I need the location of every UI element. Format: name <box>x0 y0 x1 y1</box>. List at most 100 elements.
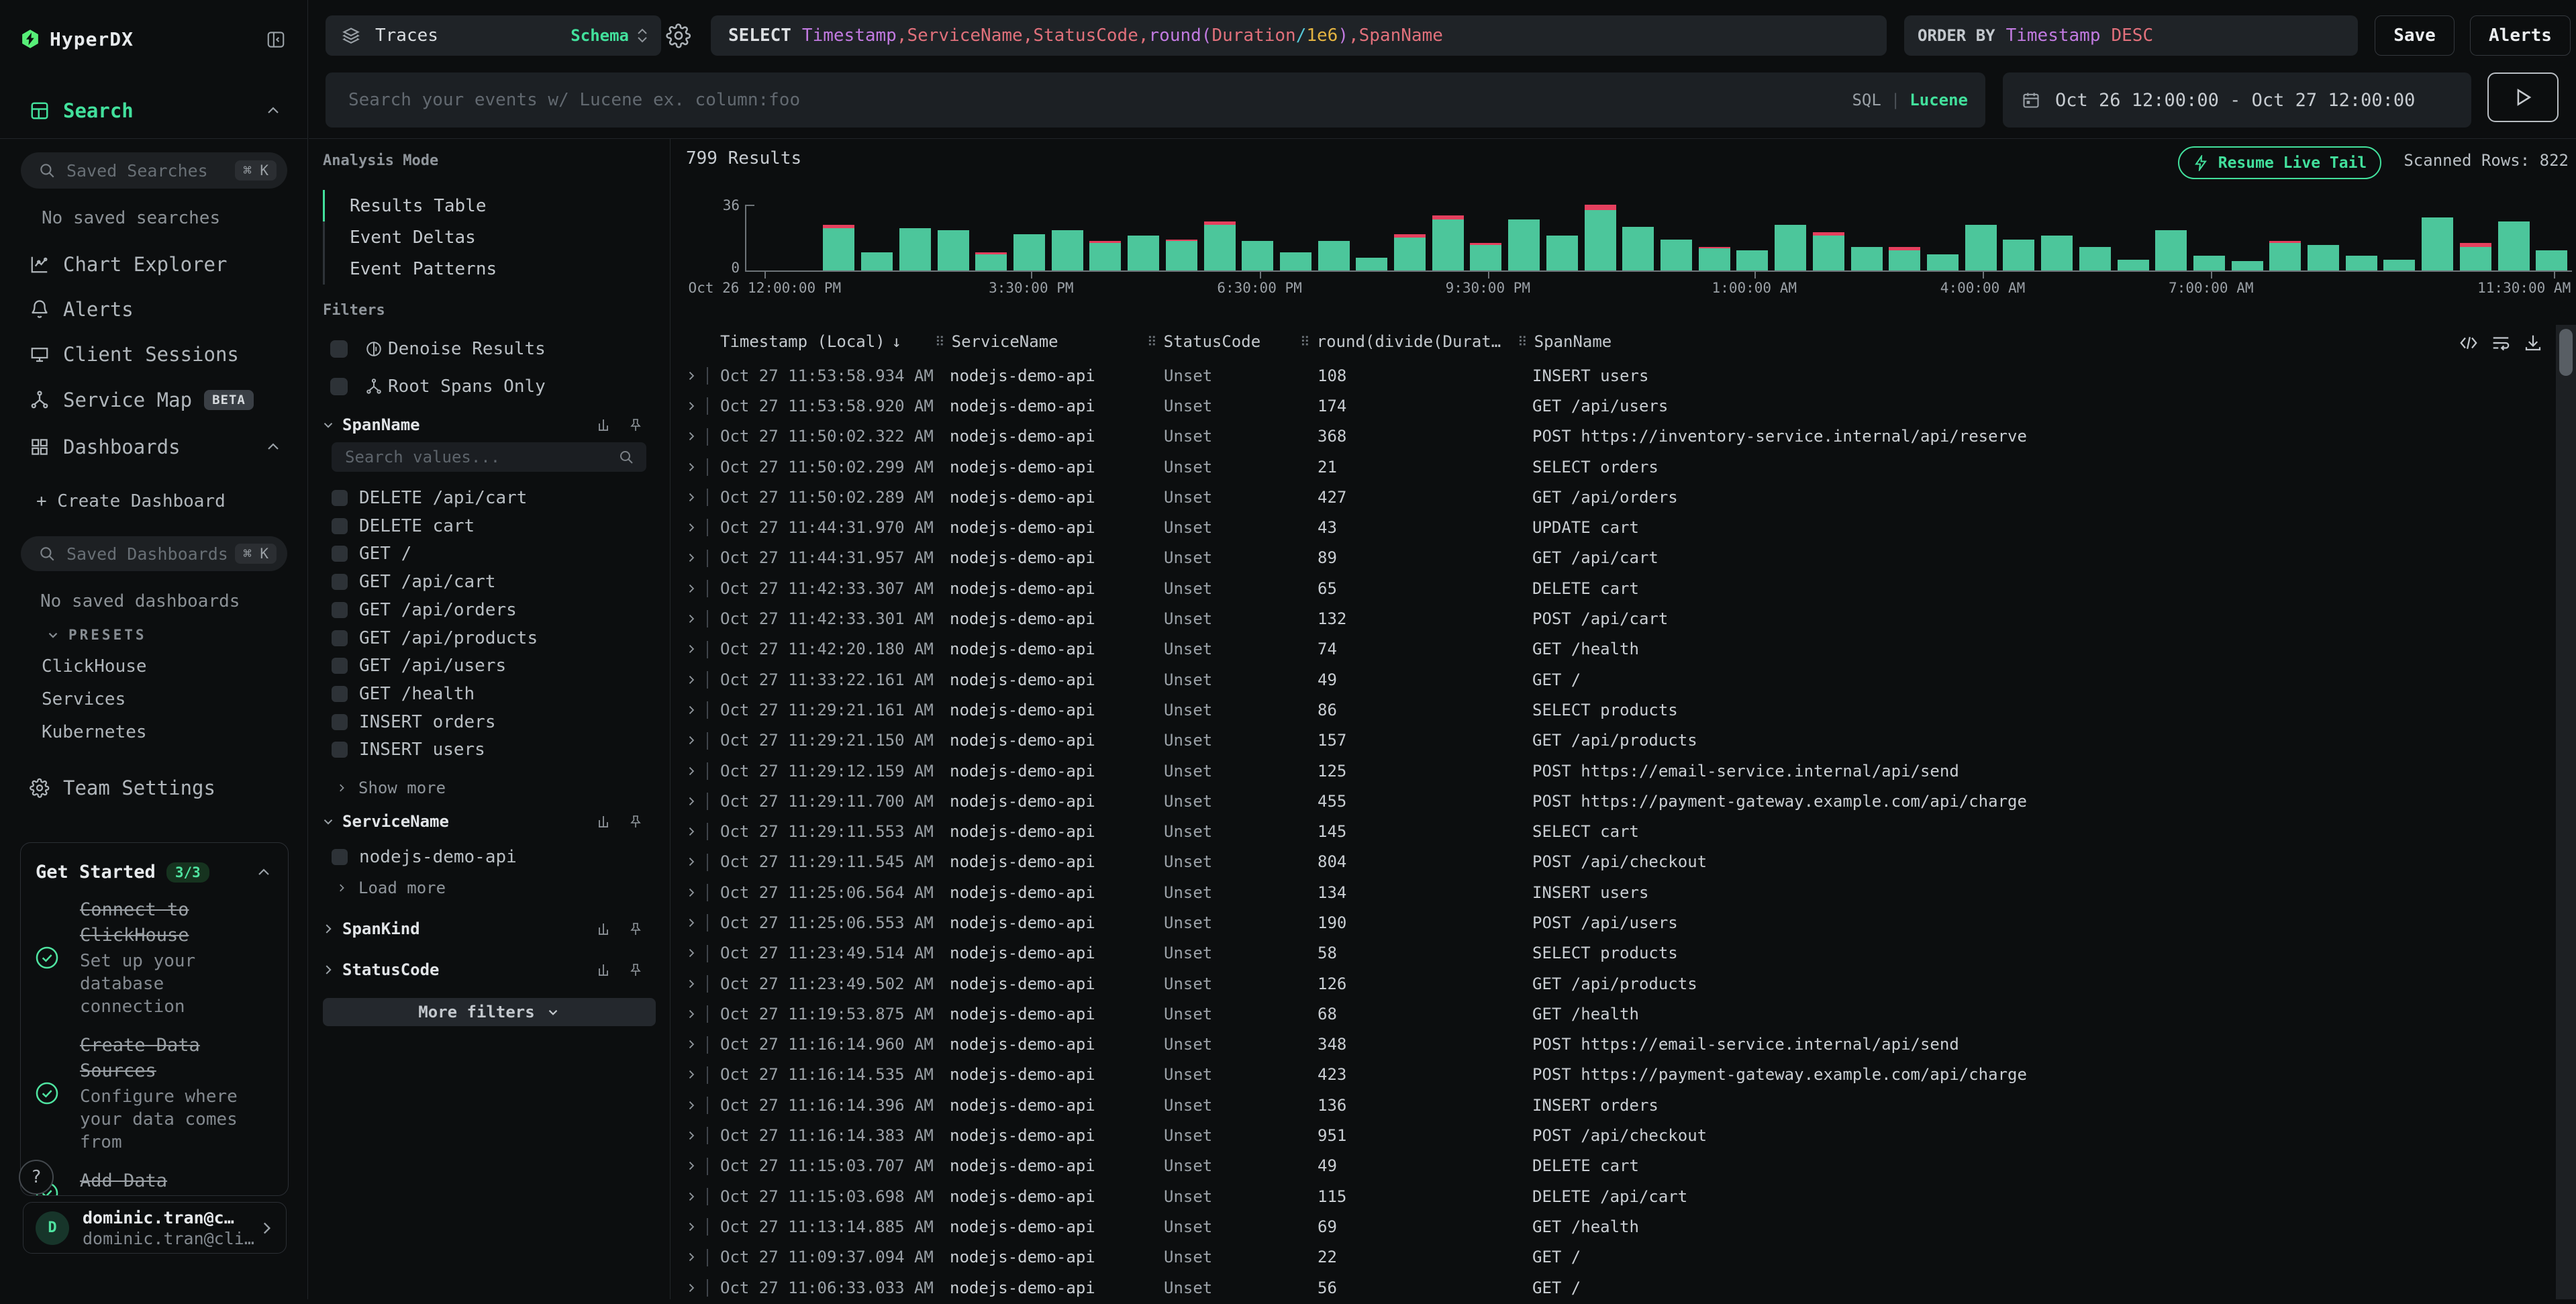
pin-icon[interactable] <box>628 417 644 433</box>
chevron-up-icon[interactable] <box>265 103 281 119</box>
facet-header-statuscode[interactable]: StatusCode <box>321 958 658 982</box>
histogram-bar[interactable] <box>1585 205 1616 270</box>
sidebar-item-client-sessions[interactable]: Client Sessions <box>0 336 308 373</box>
table-row[interactable]: Oct 27 11:53:58.934 AMnodejs-demo-apiUns… <box>671 360 2556 391</box>
histogram-bar[interactable] <box>1889 247 1920 270</box>
histogram-bar[interactable] <box>1204 221 1236 271</box>
alerts-button[interactable]: Alerts <box>2470 15 2571 56</box>
histogram-bar[interactable] <box>1661 240 1692 270</box>
chevron-down-icon[interactable] <box>321 417 336 432</box>
expand-row-icon[interactable] <box>685 968 698 999</box>
preset-item-services[interactable]: Services <box>42 689 126 709</box>
table-row[interactable]: Oct 27 11:29:21.161 AMnodejs-demo-apiUns… <box>671 695 2556 725</box>
table-row[interactable]: Oct 27 11:29:11.553 AMnodejs-demo-apiUns… <box>671 816 2556 846</box>
facet-value-get-api-cart[interactable]: GET /api/cart <box>332 568 496 595</box>
column-header-servicename[interactable]: ⠿ServiceName <box>935 332 1058 351</box>
facet-chart-icon[interactable] <box>597 417 613 433</box>
facet-header-servicename[interactable]: ServiceName <box>321 809 658 834</box>
checkbox[interactable] <box>332 742 348 758</box>
drag-handle-icon[interactable]: ⠿ <box>935 334 945 350</box>
histogram-bar[interactable] <box>1394 234 1426 270</box>
histogram-bar[interactable] <box>1356 258 1387 270</box>
column-header-spanname[interactable]: ⠿SpanName <box>1518 332 1612 351</box>
expand-row-icon[interactable] <box>685 695 698 725</box>
histogram-bar[interactable] <box>1813 232 1844 270</box>
get-started-item[interactable]: Connect to ClickHouseSet up your databas… <box>34 897 276 1018</box>
histogram-bar[interactable] <box>2003 240 2034 270</box>
table-row[interactable]: Oct 27 11:23:49.514 AMnodejs-demo-apiUns… <box>671 938 2556 968</box>
expand-row-icon[interactable] <box>685 421 698 452</box>
pin-icon[interactable] <box>628 813 644 830</box>
checkbox[interactable] <box>332 602 348 618</box>
column-header-round-divide-durat-[interactable]: ⠿round(divide(Durat… <box>1300 332 1501 351</box>
expand-row-icon[interactable] <box>685 1181 698 1211</box>
facet-chart-icon[interactable] <box>597 813 613 830</box>
expand-row-icon[interactable] <box>685 1030 698 1060</box>
facet-chart-icon[interactable] <box>597 921 613 937</box>
table-row[interactable]: Oct 27 11:09:37.094 AMnodejs-demo-apiUns… <box>671 1242 2556 1272</box>
analysis-mode-event-deltas[interactable]: Event Deltas <box>323 221 497 253</box>
histogram-bar[interactable] <box>1128 236 1159 270</box>
chevron-up-icon[interactable] <box>256 864 272 881</box>
expand-row-icon[interactable] <box>685 1272 698 1303</box>
histogram-bar[interactable] <box>2536 250 2567 270</box>
expand-row-icon[interactable] <box>685 1090 698 1120</box>
chevron-right-icon[interactable] <box>321 962 336 977</box>
facet-value-get-api-orders[interactable]: GET /api/orders <box>332 597 517 623</box>
checkbox[interactable] <box>332 658 348 674</box>
query-language-toggle[interactable]: SQL|Lucene <box>1852 91 1968 109</box>
saved-searches-input[interactable]: Saved Searches ⌘ K <box>21 152 287 189</box>
facet-value-get-[interactable]: GET / <box>332 540 411 567</box>
histogram-bar[interactable] <box>1470 243 1501 270</box>
expand-row-icon[interactable] <box>685 877 698 907</box>
order-by-input[interactable]: ORDER BY Timestamp DESC <box>1904 15 2358 56</box>
histogram-bar[interactable] <box>2460 243 2491 270</box>
table-row[interactable]: Oct 27 11:15:03.698 AMnodejs-demo-apiUns… <box>671 1181 2556 1211</box>
facet-value-get-api-users[interactable]: GET /api/users <box>332 652 506 679</box>
checkbox[interactable] <box>332 518 348 534</box>
sql-mode-option[interactable]: SQL <box>1852 91 1881 109</box>
sidebar-item-team-settings[interactable]: Team Settings <box>0 769 308 807</box>
checkbox[interactable] <box>330 378 348 395</box>
facet-value-get-health[interactable]: GET /health <box>332 681 475 707</box>
expand-row-icon[interactable] <box>685 1151 698 1181</box>
table-row[interactable]: Oct 27 11:53:58.920 AMnodejs-demo-apiUns… <box>671 391 2556 421</box>
sidebar-item-alerts[interactable]: Alerts <box>0 291 308 328</box>
table-row[interactable]: Oct 27 11:13:14.885 AMnodejs-demo-apiUns… <box>671 1211 2556 1242</box>
checkbox[interactable] <box>332 546 348 562</box>
preset-item-clickhouse[interactable]: ClickHouse <box>42 656 147 676</box>
expand-row-icon[interactable] <box>685 938 698 968</box>
filter-toggle-denoise-results[interactable]: Denoise Results <box>330 336 546 362</box>
histogram-bar[interactable] <box>861 252 893 270</box>
show-more-link[interactable]: Show more <box>336 779 446 797</box>
chevron-up-icon[interactable] <box>265 439 281 455</box>
table-row[interactable]: Oct 27 11:25:06.553 AMnodejs-demo-apiUns… <box>671 907 2556 938</box>
histogram-bar[interactable] <box>2422 217 2453 270</box>
checkbox[interactable] <box>332 849 348 865</box>
expand-row-icon[interactable] <box>685 907 698 938</box>
expand-row-icon[interactable] <box>685 634 698 664</box>
get-started-item[interactable]: Create Data SourcesConfigure where your … <box>34 1033 276 1154</box>
histogram-bar[interactable] <box>2118 260 2149 270</box>
facet-chart-icon[interactable] <box>597 962 613 978</box>
table-row[interactable]: Oct 27 11:29:21.150 AMnodejs-demo-apiUns… <box>671 725 2556 756</box>
checkbox[interactable] <box>332 714 348 730</box>
expand-row-icon[interactable] <box>685 816 698 846</box>
pin-icon[interactable] <box>628 962 644 978</box>
table-row[interactable]: Oct 27 11:33:22.161 AMnodejs-demo-apiUns… <box>671 664 2556 695</box>
source-settings-gear-icon[interactable] <box>666 23 691 48</box>
column-header-timestamp-local-[interactable]: Timestamp (Local)↓ <box>720 332 901 351</box>
create-dashboard-button[interactable]: + Create Dashboard <box>36 491 226 511</box>
preset-item-kubernetes[interactable]: Kubernetes <box>42 722 147 742</box>
table-row[interactable]: Oct 27 11:16:14.396 AMnodejs-demo-apiUns… <box>671 1090 2556 1120</box>
facet-value-insert-orders[interactable]: INSERT orders <box>332 709 496 736</box>
facet-value-get-api-products[interactable]: GET /api/products <box>332 625 538 652</box>
pin-icon[interactable] <box>628 921 644 937</box>
histogram-bar[interactable] <box>1546 236 1578 270</box>
column-header-statuscode[interactable]: ⠿StatusCode <box>1147 332 1260 351</box>
histogram-bar[interactable] <box>2269 241 2301 270</box>
saved-dashboards-input[interactable]: Saved Dashboards ⌘ K <box>21 536 287 571</box>
expand-row-icon[interactable] <box>685 1060 698 1090</box>
table-row[interactable]: Oct 27 11:50:02.299 AMnodejs-demo-apiUns… <box>671 452 2556 482</box>
checkbox[interactable] <box>332 630 348 646</box>
